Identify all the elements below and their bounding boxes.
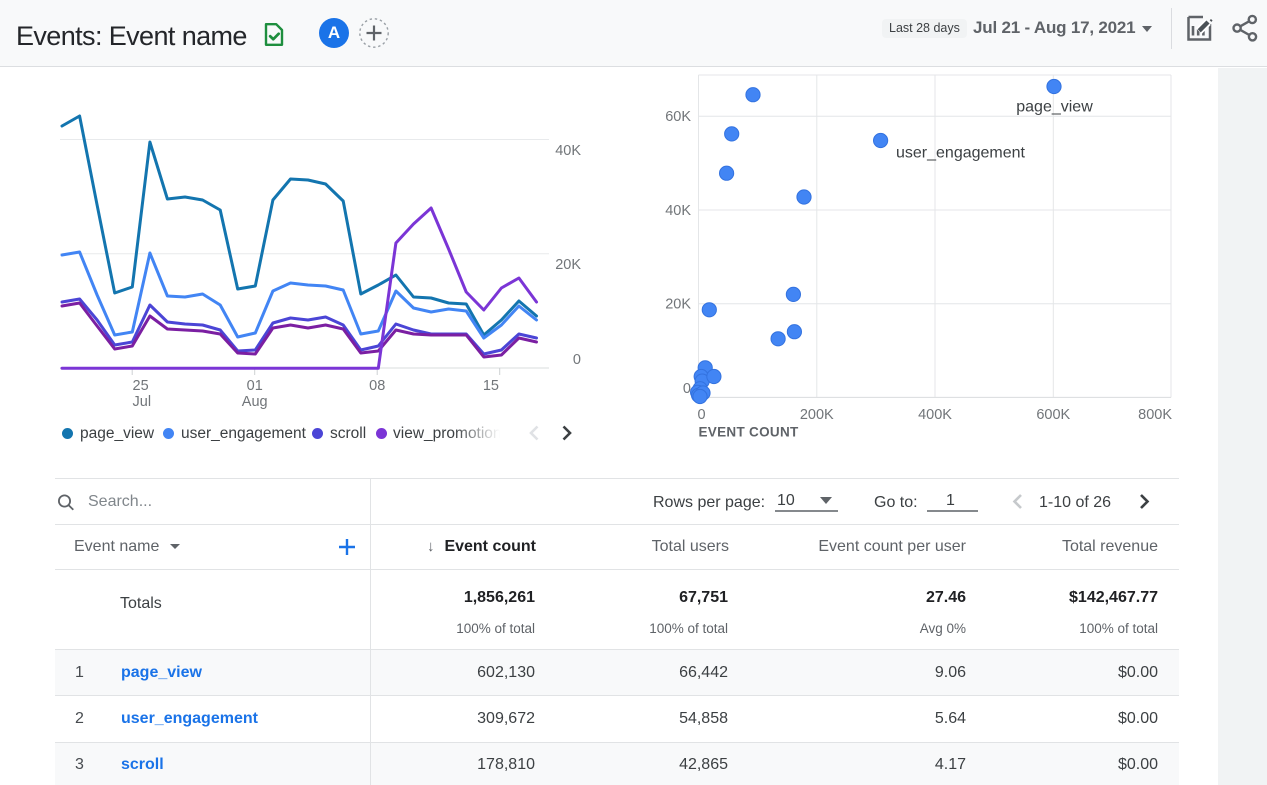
- svg-text:Aug: Aug: [242, 394, 268, 410]
- svg-text:400K: 400K: [918, 407, 952, 423]
- svg-text:20K: 20K: [555, 257, 581, 273]
- svg-text:25: 25: [133, 378, 149, 394]
- svg-text:page_view: page_view: [1016, 99, 1093, 116]
- svg-text:40K: 40K: [555, 143, 581, 159]
- svg-text:01: 01: [247, 378, 263, 394]
- svg-text:0: 0: [697, 407, 705, 423]
- svg-text:user_engagement: user_engagement: [896, 145, 1026, 162]
- svg-text:0: 0: [573, 352, 581, 368]
- svg-text:20K: 20K: [665, 297, 691, 313]
- svg-text:0: 0: [683, 381, 691, 397]
- svg-text:Jul: Jul: [133, 394, 152, 410]
- svg-text:EVENT COUNT: EVENT COUNT: [699, 425, 800, 440]
- svg-text:08: 08: [369, 378, 385, 394]
- svg-text:60K: 60K: [665, 109, 691, 125]
- svg-text:600K: 600K: [1036, 407, 1070, 423]
- svg-text:200K: 200K: [800, 407, 834, 423]
- svg-text:15: 15: [483, 378, 499, 394]
- svg-text:800K: 800K: [1138, 407, 1172, 423]
- svg-text:40K: 40K: [665, 203, 691, 219]
